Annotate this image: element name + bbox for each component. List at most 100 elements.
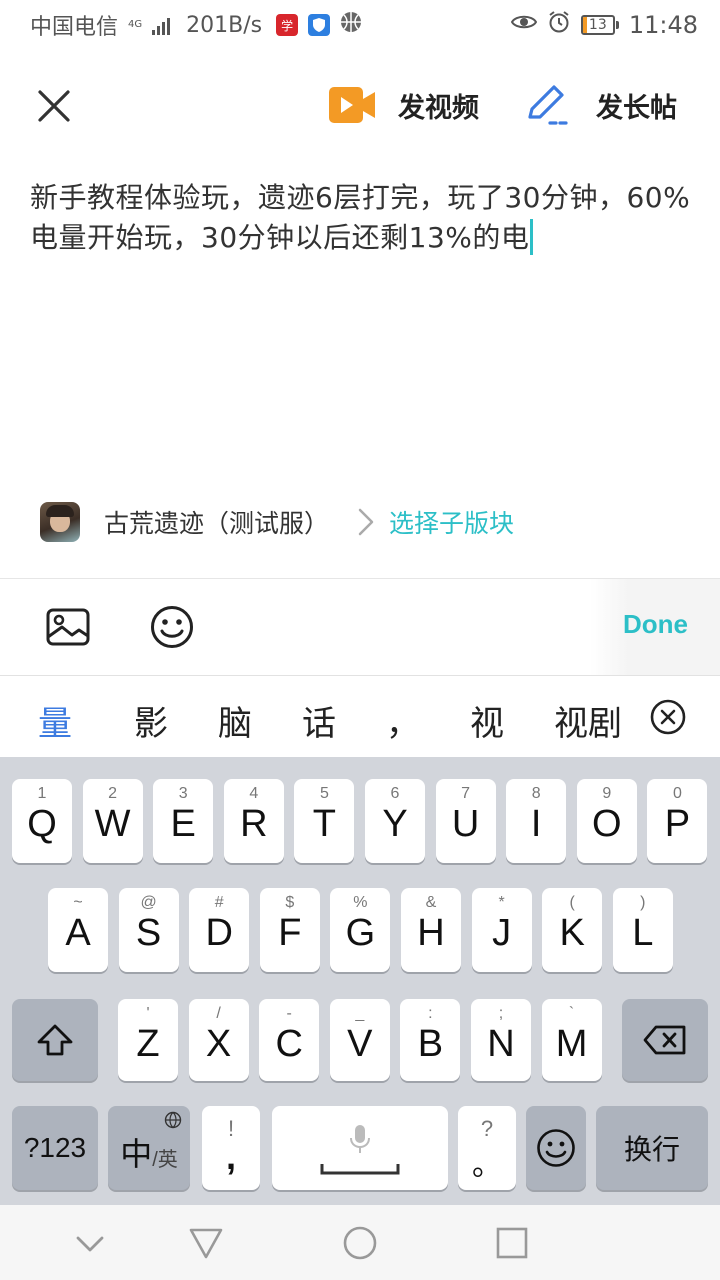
period-key[interactable]: ? 。 (458, 1106, 516, 1190)
key-v[interactable]: _ V (329, 999, 390, 1081)
key-sub-label: * (498, 894, 505, 911)
status-bar: 中国电信 4G 201B/s 学 13 11:48 (0, 0, 720, 50)
candidate-item[interactable]: 视 (470, 696, 504, 745)
emoji-key[interactable] (526, 1106, 586, 1190)
key-s[interactable]: @ S (118, 888, 179, 972)
key-q[interactable]: 1Q (12, 779, 72, 863)
key-c[interactable]: -C (259, 999, 320, 1081)
done-button[interactable]: Done (623, 609, 688, 640)
key-y[interactable]: 6Y (365, 779, 425, 863)
insert-image-button[interactable] (46, 605, 90, 649)
enter-key[interactable]: 换行 (596, 1106, 708, 1190)
post-long-button[interactable]: 发长帖 (526, 82, 677, 128)
key-m[interactable]: ` M (541, 999, 602, 1081)
key-z[interactable]: ' Z (118, 999, 178, 1081)
key-main-label: G (345, 912, 376, 954)
key-h[interactable]: & H (401, 888, 461, 972)
key-sub-label: ) (640, 894, 646, 911)
comma-key-main: , (225, 1136, 236, 1177)
key-a[interactable]: ~ A (48, 888, 108, 972)
key-sub-label: 5 (319, 785, 329, 802)
key-sub-label: ~ (73, 894, 83, 911)
key-d[interactable]: # D (189, 888, 250, 972)
home-icon (343, 1226, 377, 1260)
space-key[interactable] (272, 1106, 448, 1190)
news-app-icon: 学 (276, 14, 299, 36)
post-video-button[interactable]: 发视频 (328, 82, 479, 128)
text-cursor (530, 219, 534, 255)
editor-toolbar: Done (0, 578, 720, 675)
comma-key[interactable]: ! , (202, 1106, 260, 1190)
forum-selector[interactable]: 古荒遗迹（测试服） 选择子版块 (40, 500, 514, 544)
basketball-app-icon (340, 11, 362, 39)
candidate-item[interactable]: 量 (38, 696, 72, 745)
key-j[interactable]: * J (471, 888, 532, 972)
key-l[interactable]: ) L (612, 888, 673, 972)
alarm-icon (547, 10, 571, 40)
key-sub-label: - (286, 1005, 292, 1022)
signal-icon (152, 15, 171, 35)
candidate-item[interactable]: 视剧 (554, 696, 620, 745)
clear-candidates-button[interactable] (650, 699, 686, 735)
key-w[interactable]: 2W (82, 779, 143, 863)
key-i[interactable]: 8I (506, 779, 567, 863)
key-x[interactable]: / X (188, 999, 249, 1081)
key-main-label: F (278, 912, 302, 954)
symbols-key-label: ?123 (23, 1132, 87, 1163)
post-video-label: 发视频 (398, 92, 479, 124)
symbols-key[interactable]: ?123 (12, 1106, 98, 1190)
candidate-item[interactable]: 话 (302, 696, 336, 745)
enter-key-label: 换行 (623, 1134, 680, 1165)
select-sub-forum-link[interactable]: 选择子版块 (389, 504, 514, 540)
candidate-item[interactable]: ， (386, 696, 420, 745)
key-sub-label: 3 (178, 785, 188, 802)
image-icon (46, 608, 90, 646)
key-o[interactable]: 9O (576, 779, 637, 863)
collapse-keyboard-button[interactable] (72, 1225, 108, 1261)
key-n[interactable]: ; N (471, 999, 531, 1081)
key-t[interactable]: 5T (294, 779, 355, 863)
shift-key[interactable] (12, 999, 98, 1081)
key-e[interactable]: 3E (153, 779, 214, 863)
key-sub-label: 1 (37, 785, 47, 802)
language-sub-label: /英 (152, 1148, 178, 1171)
key-main-label: K (559, 912, 585, 954)
key-main-label: A (65, 912, 91, 954)
pen-icon (528, 85, 570, 125)
key-main-label: R (240, 803, 268, 845)
ime-candidate-bar: 量 影 脑 话 ， 视 视剧 (0, 675, 720, 757)
key-p[interactable]: 0P (647, 779, 708, 863)
candidate-item[interactable]: 影 (134, 696, 168, 745)
key-main-label: N (487, 1023, 515, 1065)
back-button[interactable] (188, 1225, 224, 1261)
key-sub-label: 4 (249, 785, 259, 802)
net-speed: 201B/s (186, 12, 263, 38)
backspace-key[interactable] (622, 999, 708, 1081)
key-main-label: Q (27, 803, 57, 845)
insert-emoji-button[interactable] (150, 605, 194, 649)
carrier-name: 中国电信 (30, 15, 119, 40)
key-k[interactable]: (K (542, 888, 603, 972)
home-button[interactable] (342, 1225, 378, 1261)
key-sub-label: / (216, 1005, 221, 1022)
key-r[interactable]: 4R (223, 779, 284, 863)
language-switch-key[interactable]: 中/英 (108, 1106, 190, 1190)
key-b[interactable]: :B (400, 999, 461, 1081)
key-g[interactable]: % G (330, 888, 391, 972)
key-sub-label: : (428, 1005, 433, 1022)
key-sub-label: _ (355, 1005, 365, 1022)
key-u[interactable]: 7U (435, 779, 496, 863)
recents-button[interactable] (494, 1225, 530, 1261)
emoji-icon (537, 1129, 575, 1167)
candidate-item[interactable]: 脑 (218, 696, 252, 745)
close-button[interactable] (32, 84, 76, 128)
key-sub-label: # (214, 894, 224, 911)
post-text-area[interactable]: 新手教程体验玩，遗迹6层打完，玩了30分钟，60%电量开始玩，30分钟以后还剩1… (30, 178, 700, 258)
microphone-icon (350, 1125, 370, 1153)
key-sub-label: ' (146, 1005, 150, 1022)
post-text: 新手教程体验玩，遗迹6层打完，玩了30分钟，60%电量开始玩，30分钟以后还剩1… (30, 181, 691, 254)
key-f[interactable]: $ F (259, 888, 320, 972)
key-main-label: X (205, 1023, 232, 1065)
key-main-label: T (312, 803, 336, 845)
key-main-label: H (417, 912, 445, 954)
